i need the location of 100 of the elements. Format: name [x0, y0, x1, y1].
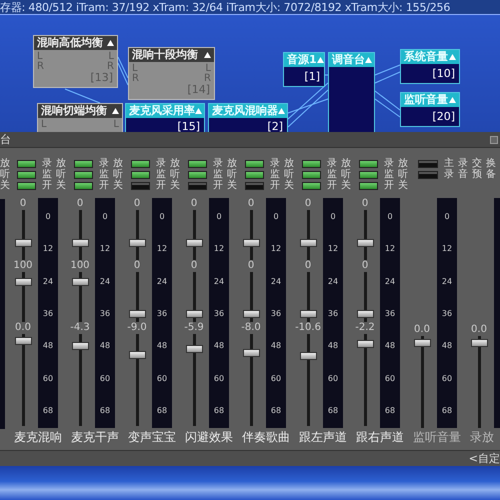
fader-thumb[interactable]: [14, 239, 32, 247]
meter-tick: 48: [270, 341, 282, 352]
toggle-switch[interactable]: [131, 160, 150, 168]
fader-thumb[interactable]: [356, 340, 374, 348]
toggle-switch[interactable]: [302, 170, 321, 178]
toggle-switch[interactable]: [245, 160, 264, 168]
fader-thumb[interactable]: [242, 349, 260, 357]
meter-tick: 68: [328, 406, 338, 416]
node-index: [14]: [187, 82, 210, 98]
toggle-switch[interactable]: [418, 170, 438, 178]
fader-thumb[interactable]: [128, 310, 146, 318]
toggle-switch[interactable]: [17, 182, 36, 190]
fader-value: 0: [134, 198, 140, 210]
meter-tick: 36: [270, 308, 282, 319]
toggle-switch[interactable]: [17, 160, 36, 168]
fader-thumb[interactable]: [300, 239, 316, 247]
fader-value: 0: [248, 260, 254, 272]
meter-tick: 68: [156, 406, 168, 416]
fader-thumb[interactable]: [72, 239, 88, 247]
meter-tick: 36: [384, 308, 396, 319]
fader-thumb[interactable]: [356, 310, 374, 318]
meter-tick: 12: [270, 244, 282, 254]
fader-value: -10.6: [295, 322, 321, 334]
meter-tick: 0: [102, 212, 108, 222]
toggle-switch[interactable]: [302, 182, 321, 190]
toggle-switch[interactable]: [359, 160, 378, 168]
toggle-switch[interactable]: [188, 160, 207, 168]
meter-tick: 0: [330, 212, 336, 222]
collapse-icon[interactable]: [107, 40, 114, 46]
meter-tick: 0: [159, 212, 165, 222]
fader-thumb[interactable]: [14, 337, 32, 345]
toggle-switch[interactable]: [418, 160, 438, 168]
fader-thumb[interactable]: [186, 239, 202, 247]
fader-value: 0: [304, 260, 312, 272]
meter-tick: 24: [42, 276, 54, 287]
port-label: L: [205, 64, 211, 74]
port-label: L: [41, 120, 47, 130]
fader-thumb[interactable]: [300, 352, 316, 360]
meter-tick: 48: [156, 341, 168, 352]
meter-tick: 24: [100, 276, 110, 287]
toggle-switch[interactable]: [74, 170, 93, 178]
toggle-switch[interactable]: [74, 182, 93, 190]
fader-value: 0: [248, 198, 254, 210]
fader-thumb[interactable]: [470, 339, 488, 347]
fader-thumb[interactable]: [186, 310, 202, 318]
toggle-switch[interactable]: [17, 170, 36, 178]
toggle-label: 录放: [384, 157, 412, 169]
connection-line: [374, 72, 400, 84]
fader-value: 0: [304, 198, 312, 210]
meter-tick: 0: [444, 212, 450, 222]
collapse-icon[interactable]: [112, 108, 119, 114]
fader-thumb[interactable]: [72, 342, 88, 350]
meter-tick: 68: [100, 406, 110, 416]
meter-tick: 48: [42, 341, 54, 352]
node-title: 监听音量: [404, 92, 448, 108]
fader-thumb[interactable]: [128, 239, 146, 247]
meter-tick: 24: [270, 276, 282, 287]
fader-thumb[interactable]: [300, 310, 316, 318]
channel-name: 变声宝宝: [127, 429, 177, 446]
toggle-switch[interactable]: [131, 182, 150, 190]
fader-thumb[interactable]: [128, 351, 146, 359]
channel-name: 录放: [469, 429, 495, 446]
toggle-label: 开关: [384, 178, 412, 193]
meter-tick: 36: [442, 308, 452, 319]
fader-thumb[interactable]: [72, 278, 88, 286]
toggle-switch[interactable]: [74, 160, 93, 168]
toggle-switch[interactable]: [131, 170, 150, 178]
fader-thumb[interactable]: [242, 239, 260, 247]
meter-tick: 36: [214, 308, 224, 319]
toggle-switch[interactable]: [359, 182, 378, 190]
fader-thumb[interactable]: [356, 239, 374, 247]
channel-name: 监听音量: [412, 429, 462, 446]
collapse-icon[interactable]: [204, 52, 211, 58]
meter-tick: 24: [328, 276, 338, 287]
toggle-switch[interactable]: [302, 160, 321, 168]
port-label: R: [204, 74, 211, 84]
fader-value: 0: [362, 260, 368, 272]
mode-link[interactable]: <自定: [468, 452, 500, 465]
toggle-switch[interactable]: [188, 182, 207, 190]
toggle-switch[interactable]: [188, 170, 207, 178]
toggle-label: 录放: [42, 157, 70, 169]
node-index: [13]: [90, 70, 113, 86]
toggle-switch[interactable]: [245, 170, 264, 178]
node-index: [10]: [432, 66, 455, 82]
fader-thumb[interactable]: [186, 345, 202, 353]
fader-thumb[interactable]: [414, 339, 430, 347]
fader-value: 0: [20, 198, 26, 210]
toggle-label: 开关: [99, 178, 127, 193]
meter-tick: 0: [387, 212, 393, 222]
fader-value: 0.0: [471, 324, 487, 336]
fader-thumb[interactable]: [242, 310, 260, 318]
channel-name: 麦克混响: [13, 429, 63, 446]
fader-thumb[interactable]: [14, 278, 32, 286]
fader-value: 0.0: [15, 322, 31, 334]
meter-tick: 24: [156, 276, 168, 287]
meter-tick: 0: [273, 212, 279, 222]
toggle-switch[interactable]: [245, 182, 264, 190]
connection-line: [374, 90, 400, 110]
toggle-switch[interactable]: [359, 170, 378, 178]
node-title: 调音台: [332, 52, 365, 68]
